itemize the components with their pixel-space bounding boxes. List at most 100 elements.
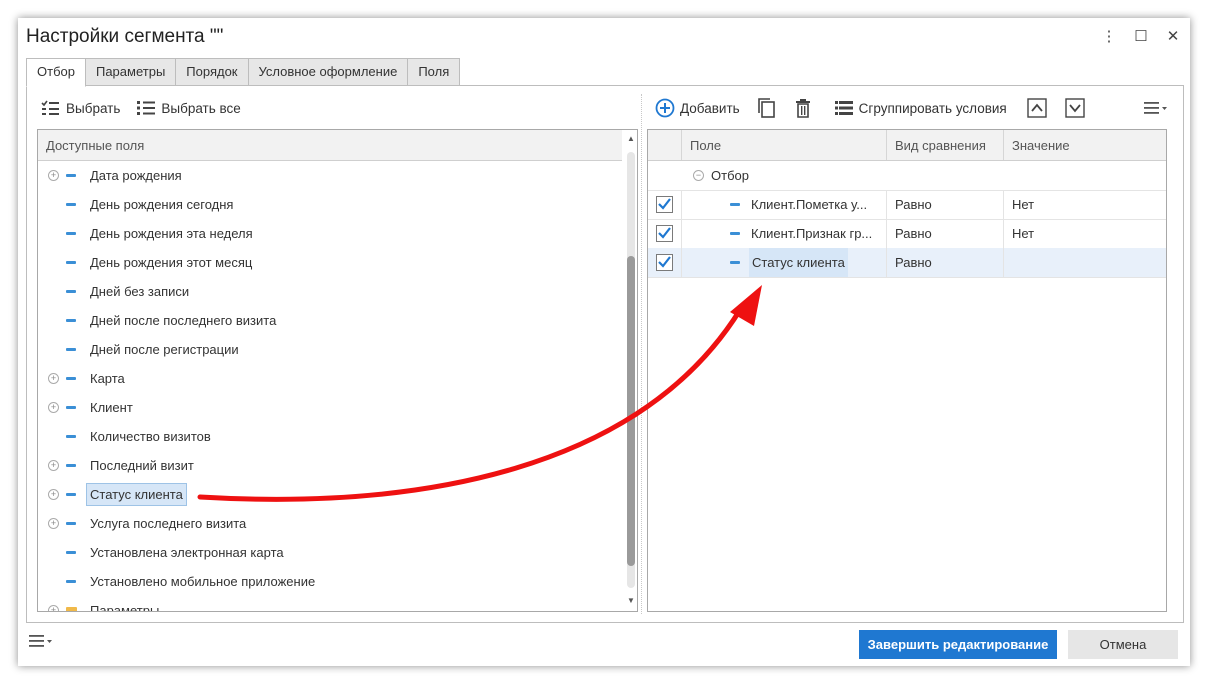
tree-item[interactable]: + Услуга последнего визита bbox=[38, 509, 622, 538]
tree-item[interactable]: + Статус клиента bbox=[38, 480, 622, 509]
expand-icon[interactable]: + bbox=[48, 373, 59, 384]
tree-item[interactable]: + Дата рождения bbox=[38, 161, 622, 190]
tree-item[interactable]: Дней без записи bbox=[38, 277, 622, 306]
group-conditions-button[interactable]: Сгруппировать условия bbox=[830, 94, 1011, 122]
tab-filter[interactable]: Отбор bbox=[26, 58, 86, 87]
field-icon bbox=[66, 290, 76, 293]
filter-row[interactable]: Статус клиента Равно bbox=[648, 248, 1166, 278]
filter-field[interactable]: Клиент.Признак гр... bbox=[751, 219, 879, 248]
header-comparison[interactable]: Вид сравнения bbox=[895, 138, 986, 153]
scroll-down-icon[interactable]: ▼ bbox=[627, 596, 635, 605]
field-icon bbox=[66, 348, 76, 351]
tree-item[interactable]: + Клиент bbox=[38, 393, 622, 422]
expand-icon[interactable]: + bbox=[48, 402, 59, 413]
filter-value[interactable]: Нет bbox=[1012, 190, 1034, 219]
row-checkbox[interactable] bbox=[656, 225, 673, 242]
filter-row[interactable]: Клиент.Признак гр... Равно Нет bbox=[648, 219, 1166, 249]
filter-field[interactable]: Клиент.Пометка у... bbox=[751, 190, 879, 219]
tree-item-label: День рождения сегодня bbox=[90, 197, 234, 212]
select-all-button[interactable]: Выбрать все bbox=[132, 94, 244, 122]
move-down-button[interactable] bbox=[1061, 94, 1089, 122]
trash-icon bbox=[795, 99, 810, 118]
filter-row[interactable]: Клиент.Пометка у... Равно Нет bbox=[648, 190, 1166, 220]
maximize-icon[interactable]: ☐ bbox=[1130, 26, 1152, 46]
tree-item-label: Последний визит bbox=[90, 458, 194, 473]
more-menu-button[interactable] bbox=[1139, 94, 1173, 122]
tab-fields[interactable]: Поля bbox=[407, 58, 461, 86]
field-icon bbox=[66, 493, 76, 496]
field-icon bbox=[730, 261, 740, 264]
select-button[interactable]: Выбрать bbox=[37, 94, 124, 122]
collapse-icon[interactable]: − bbox=[693, 170, 704, 181]
header-value[interactable]: Значение bbox=[1012, 138, 1070, 153]
copy-icon bbox=[757, 98, 775, 118]
tree-item-label: Карта bbox=[90, 371, 125, 386]
tree-item-label: Дней после регистрации bbox=[90, 342, 239, 357]
expand-icon[interactable]: + bbox=[48, 170, 59, 181]
close-icon[interactable]: ✕ bbox=[1162, 26, 1184, 46]
tree-item[interactable]: Установлена электронная карта bbox=[38, 538, 622, 567]
tree-item[interactable]: День рождения этот месяц bbox=[38, 248, 622, 277]
field-icon bbox=[66, 406, 76, 409]
filter-field[interactable]: Статус клиента bbox=[749, 248, 848, 277]
filter-comparison[interactable]: Равно bbox=[895, 219, 932, 248]
tree-item[interactable]: + Карта bbox=[38, 364, 622, 393]
tree-item[interactable]: День рождения сегодня bbox=[38, 190, 622, 219]
header-field[interactable]: Поле bbox=[690, 138, 721, 153]
field-icon bbox=[66, 319, 76, 322]
available-fields-header: Доступные поля bbox=[38, 130, 622, 161]
field-icon bbox=[66, 580, 76, 583]
tree-scrollbar[interactable]: ▲ ▼ bbox=[627, 130, 635, 611]
field-icon bbox=[730, 232, 740, 235]
available-fields-header-label: Доступные поля bbox=[46, 137, 145, 153]
tab-order[interactable]: Порядок bbox=[175, 58, 249, 86]
field-icon bbox=[66, 203, 76, 206]
tab-strip: Отбор Параметры Порядок Условное оформле… bbox=[26, 58, 461, 87]
tab-parameters[interactable]: Параметры bbox=[84, 58, 177, 86]
field-icon bbox=[66, 435, 76, 438]
tree-item[interactable]: Дней после последнего визита bbox=[38, 306, 622, 335]
tree-item[interactable]: + Последний визит bbox=[38, 451, 622, 480]
delete-button[interactable] bbox=[790, 94, 816, 122]
row-checkbox[interactable] bbox=[656, 254, 673, 271]
segment-settings-dialog: Настройки сегмента "" ⋮ ☐ ✕ Отбор Параме… bbox=[18, 18, 1190, 666]
tab-conditional-format[interactable]: Условное оформление bbox=[247, 58, 409, 86]
scroll-thumb[interactable] bbox=[627, 256, 635, 566]
expand-icon[interactable]: + bbox=[48, 489, 59, 500]
chevron-up-icon bbox=[1027, 98, 1047, 118]
move-up-button[interactable] bbox=[1023, 94, 1051, 122]
field-icon bbox=[66, 174, 76, 177]
copy-button[interactable] bbox=[752, 94, 780, 122]
filter-grid-panel: Поле Вид сравнения Значение − Отбор Клие… bbox=[647, 129, 1167, 612]
cancel-button[interactable]: Отмена bbox=[1068, 630, 1178, 659]
expand-icon[interactable]: + bbox=[48, 518, 59, 529]
expand-icon[interactable]: + bbox=[48, 605, 59, 611]
tree-item[interactable]: Количество визитов bbox=[38, 422, 622, 451]
tree-item[interactable]: Дней после регистрации bbox=[38, 335, 622, 364]
filter-group-row[interactable]: − Отбор bbox=[648, 161, 1166, 191]
more-icon[interactable]: ⋮ bbox=[1098, 26, 1120, 46]
select-label: Выбрать bbox=[66, 100, 121, 116]
panel-divider[interactable] bbox=[641, 94, 642, 614]
tree-item-label: Дата рождения bbox=[90, 168, 182, 183]
field-icon bbox=[66, 261, 76, 264]
add-circle-icon bbox=[655, 98, 675, 118]
filter-comparison[interactable]: Равно bbox=[895, 248, 932, 277]
tree-item[interactable]: День рождения эта неделя bbox=[38, 219, 622, 248]
tree-item[interactable]: Установлено мобильное приложение bbox=[38, 567, 622, 596]
window-controls: ⋮ ☐ ✕ bbox=[1098, 26, 1184, 46]
tree-item[interactable]: + Параметры bbox=[38, 596, 622, 611]
select-all-icon bbox=[137, 101, 156, 115]
expand-icon[interactable]: + bbox=[48, 460, 59, 471]
tab-content: Выбрать Выбрать все Доступные поля + Дата… bbox=[26, 85, 1184, 623]
filter-comparison[interactable]: Равно bbox=[895, 190, 932, 219]
right-toolbar: Добавить Сгруппировать условия bbox=[651, 94, 1173, 122]
left-toolbar: Выбрать Выбрать все bbox=[37, 94, 245, 122]
add-button[interactable]: Добавить bbox=[651, 94, 744, 122]
footer-menu-button[interactable] bbox=[28, 634, 56, 648]
tree-item-label: День рождения этот месяц bbox=[90, 255, 253, 270]
row-checkbox[interactable] bbox=[656, 196, 673, 213]
scroll-up-icon[interactable]: ▲ bbox=[627, 134, 635, 143]
finish-editing-button[interactable]: Завершить редактирование bbox=[859, 630, 1057, 659]
filter-value[interactable]: Нет bbox=[1012, 219, 1034, 248]
